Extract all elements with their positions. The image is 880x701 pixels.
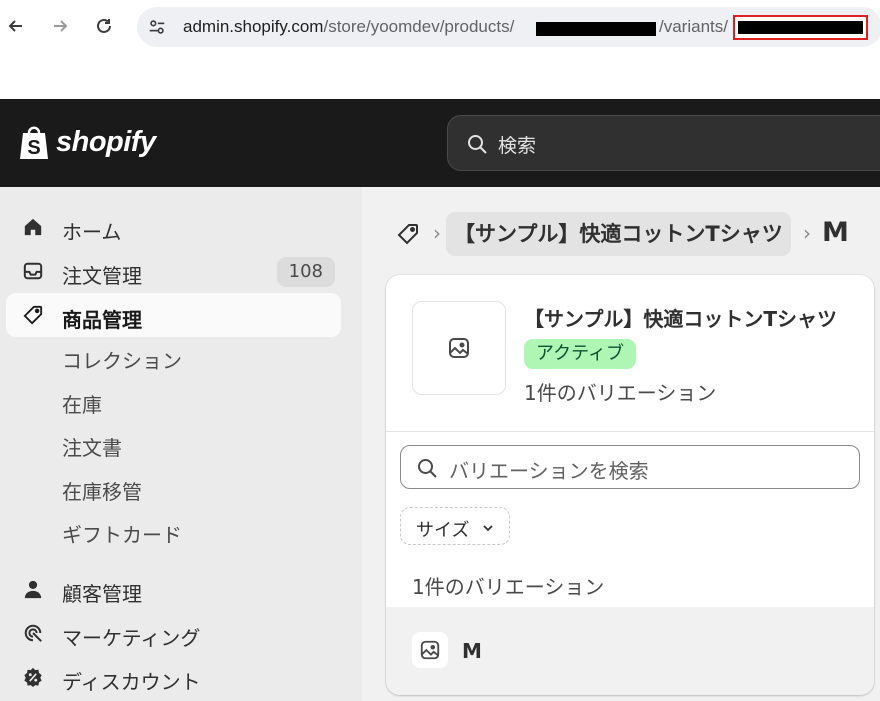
page-title: M	[822, 217, 849, 248]
site-settings-icon[interactable]	[146, 16, 168, 38]
url-path: /store/yoomdev/products/	[323, 17, 515, 36]
variant-thumbnail	[412, 632, 448, 668]
sidebar-subitem-inventory[interactable]: 在庫	[62, 389, 102, 418]
sidebar-item-label: マーケティング	[62, 626, 201, 650]
reload-icon[interactable]	[90, 12, 118, 40]
sidebar-item-label: 顧客管理	[62, 582, 142, 606]
orders-count-badge: 108	[276, 257, 335, 287]
chevron-down-icon	[483, 525, 493, 532]
target-icon	[22, 622, 44, 644]
variant-search-input[interactable]: バリエーションを検索	[400, 445, 860, 489]
image-placeholder-icon	[449, 338, 469, 358]
sidebar-subitem-purchase-orders[interactable]: 注文書	[62, 432, 122, 461]
forward-icon[interactable]	[46, 12, 74, 40]
address-bar[interactable]: admin.shopify.com/store/yoomdev/products…	[137, 7, 880, 47]
sidebar-subitem-collections[interactable]: コレクション	[62, 345, 182, 374]
sidebar-item-label: 注文管理	[62, 264, 142, 288]
variant-search-placeholder: バリエーションを検索	[449, 459, 649, 483]
sidebar-item-label: ディスカウント	[62, 670, 201, 694]
breadcrumb-product-link[interactable]: 【サンプル】快適コットンTシャツ	[446, 212, 791, 256]
url-suffix: /variants/	[659, 17, 728, 36]
sidebar-item-home[interactable]: ホーム	[6, 205, 341, 249]
filter-label: サイズ	[416, 520, 470, 541]
sidebar-item-discounts[interactable]: ディスカウント	[6, 655, 341, 699]
sidebar: ホーム 注文管理 108 商品管理 コレクション 在庫 注文書 在庫移管 ギフト…	[0, 187, 362, 701]
variant-list-header: 1件のバリエーション	[412, 575, 605, 599]
tag-icon[interactable]	[396, 222, 420, 246]
url-host: admin.shopify.com	[183, 17, 324, 36]
product-thumbnail[interactable]	[412, 301, 506, 395]
image-placeholder-icon	[420, 640, 440, 660]
sidebar-subitem-transfers[interactable]: 在庫移管	[62, 476, 142, 505]
browser-bar: admin.shopify.com/store/yoomdev/products…	[0, 0, 880, 55]
tag-icon	[22, 304, 44, 326]
svg-text:S: S	[27, 137, 40, 159]
search-icon	[418, 459, 437, 478]
global-search[interactable]: 検索	[447, 115, 880, 171]
inbox-icon	[22, 260, 44, 282]
discount-icon	[22, 666, 44, 688]
redacted-variant-id	[733, 15, 868, 40]
shopify-bag-icon: S	[20, 126, 48, 159]
variant-list-card: 【サンプル】快適コットンTシャツ アクティブ 1件のバリエーション バリエーショ…	[386, 275, 874, 695]
sidebar-item-customers[interactable]: 顧客管理	[6, 567, 341, 611]
variant-row[interactable]: M	[386, 607, 874, 695]
sidebar-item-label: ホーム	[62, 220, 122, 244]
sidebar-item-orders[interactable]: 注文管理 108	[6, 249, 341, 293]
size-filter-button[interactable]: サイズ	[400, 507, 510, 545]
search-icon	[468, 135, 487, 154]
logo-text: shopify	[56, 125, 156, 158]
sidebar-subitem-gift-cards[interactable]: ギフトカード	[62, 519, 182, 548]
variant-name: M	[462, 639, 482, 663]
main-content: › 【サンプル】快適コットンTシャツ › M 【サンプル】快適コットンTシャツ …	[362, 187, 880, 701]
top-bar: S shopify 検索	[0, 99, 880, 187]
status-badge: アクティブ	[524, 339, 637, 369]
redacted-product-id	[536, 22, 656, 36]
search-placeholder: 検索	[498, 135, 537, 157]
sidebar-item-products[interactable]: 商品管理	[6, 293, 341, 337]
shopify-logo[interactable]: S shopify	[18, 123, 156, 161]
home-icon	[22, 216, 44, 238]
divider	[386, 431, 874, 432]
person-icon	[22, 578, 44, 600]
breadcrumb-separator: ›	[803, 221, 811, 245]
sidebar-item-marketing[interactable]: マーケティング	[6, 611, 341, 655]
back-icon[interactable]	[2, 12, 30, 40]
url-text: admin.shopify.com/store/yoomdev/products…	[183, 17, 514, 37]
sidebar-item-label: 商品管理	[62, 308, 142, 332]
variant-count: 1件のバリエーション	[524, 381, 717, 405]
breadcrumb-separator: ›	[433, 221, 441, 245]
product-title: 【サンプル】快適コットンTシャツ	[524, 307, 838, 331]
